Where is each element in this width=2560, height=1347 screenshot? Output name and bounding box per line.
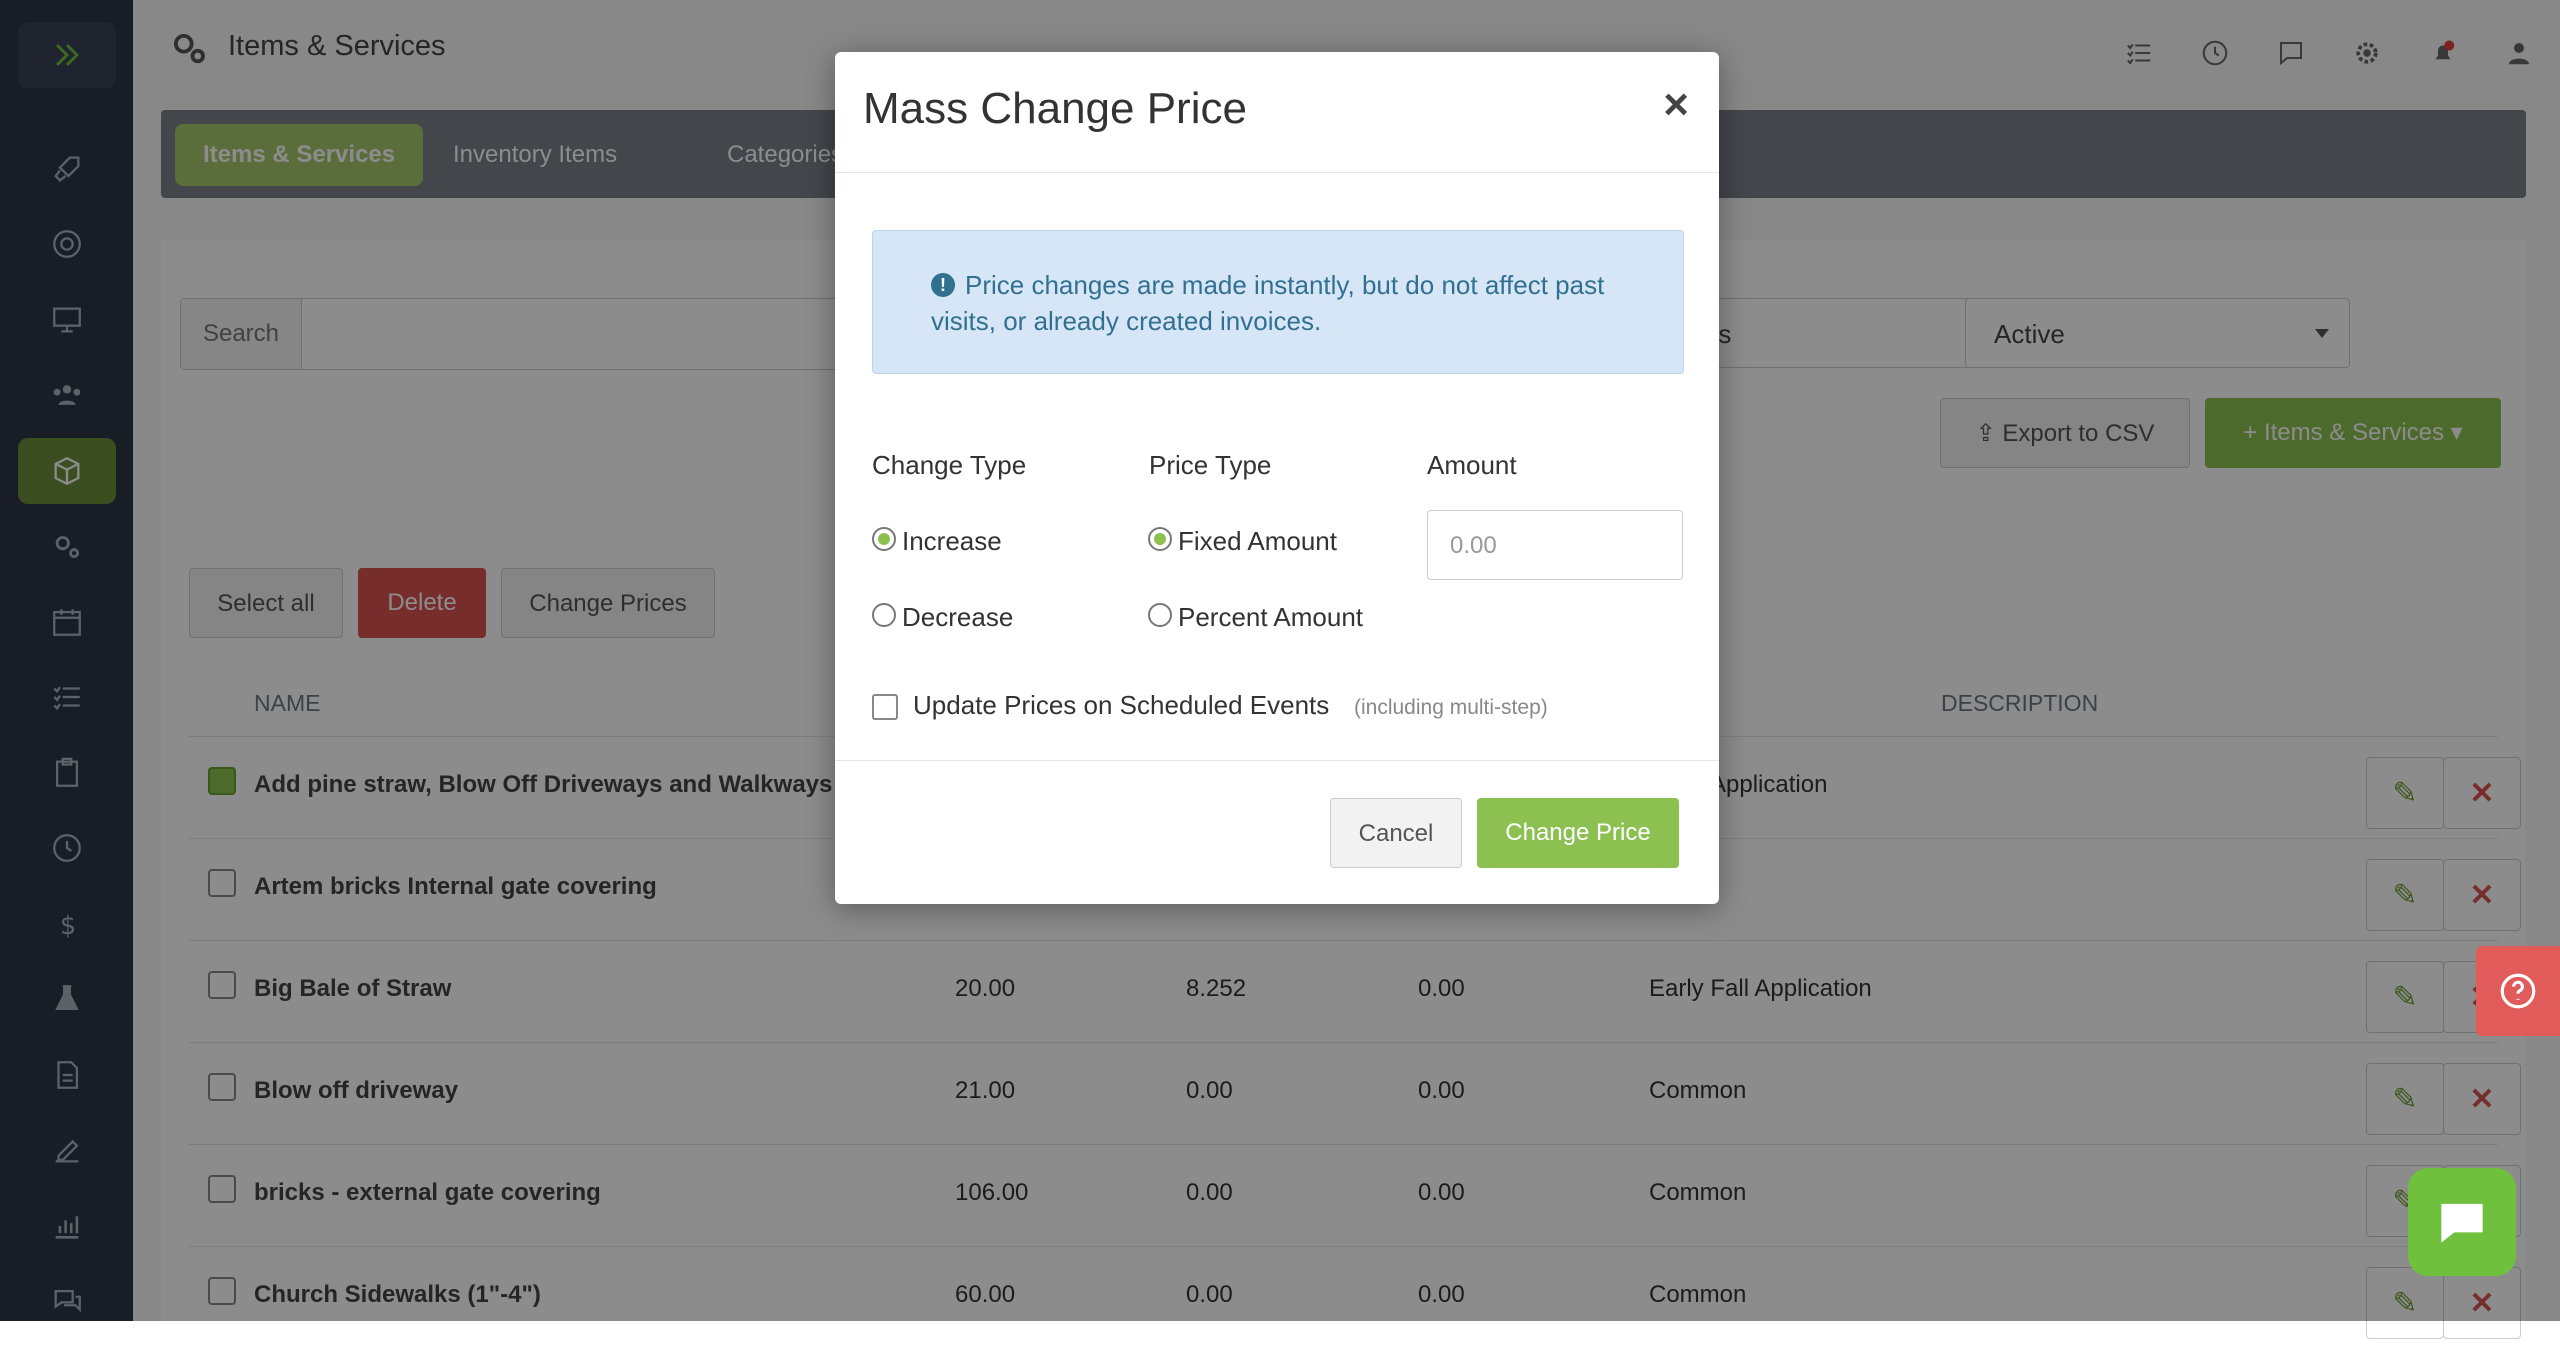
- update-scheduled-label[interactable]: Update Prices on Scheduled Events: [913, 690, 1329, 721]
- fixed-amount-label[interactable]: Fixed Amount: [1178, 526, 1337, 557]
- cancel-button[interactable]: Cancel: [1330, 798, 1462, 868]
- info-alert: ! Price changes are made instantly, but …: [872, 230, 1684, 374]
- increase-label[interactable]: Increase: [902, 526, 1002, 557]
- chat-widget-button[interactable]: [2408, 1168, 2516, 1276]
- price-type-label: Price Type: [1149, 450, 1272, 480]
- percent-amount-label[interactable]: Percent Amount: [1178, 602, 1363, 633]
- exclamation-circle-icon: !: [931, 273, 955, 297]
- percent-amount-radio[interactable]: [1148, 603, 1172, 627]
- increase-radio[interactable]: [872, 527, 896, 551]
- question-circle-icon: [2500, 973, 2536, 1009]
- update-scheduled-checkbox[interactable]: [872, 694, 898, 720]
- amount-input[interactable]: 0.00: [1427, 510, 1683, 580]
- decrease-label[interactable]: Decrease: [902, 602, 1013, 633]
- help-button[interactable]: [2476, 946, 2560, 1036]
- modal-title: Mass Change Price: [863, 84, 1247, 133]
- fixed-amount-radio[interactable]: [1148, 527, 1172, 551]
- change-type-label: Change Type: [872, 450, 1027, 480]
- close-icon[interactable]: ×: [1663, 80, 1689, 130]
- update-scheduled-hint: (including multi-step): [1354, 696, 1548, 719]
- modal-header: Mass Change Price ×: [835, 52, 1719, 173]
- change-price-button[interactable]: Change Price: [1477, 798, 1679, 868]
- mass-change-price-modal: Mass Change Price × ! Price changes are …: [835, 52, 1719, 904]
- decrease-radio[interactable]: [872, 603, 896, 627]
- chat-bubble-icon: [2441, 1203, 2483, 1243]
- alert-text: Price changes are made instantly, but do…: [931, 270, 1605, 336]
- amount-label: Amount: [1427, 450, 1517, 480]
